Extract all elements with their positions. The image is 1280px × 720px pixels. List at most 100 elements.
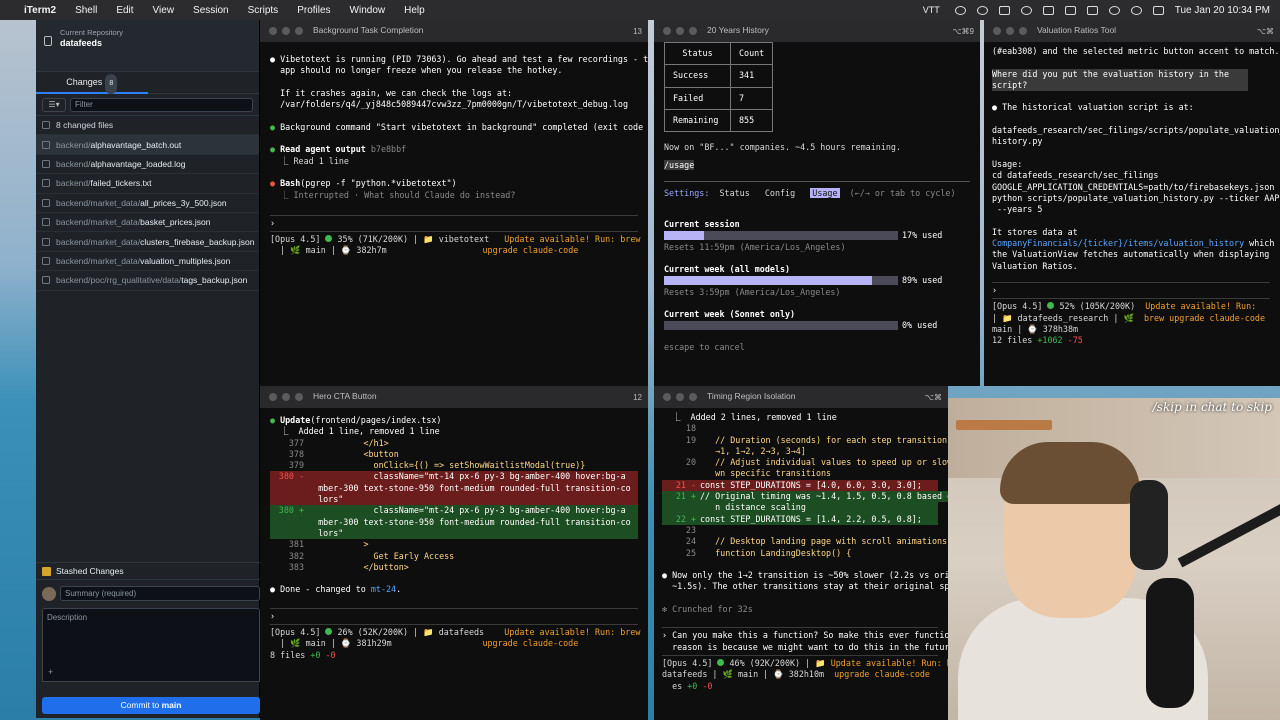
terminal-pane-valuation[interactable]: Valuation Ratios Tool ⌥⌘ (#eab308) and t… [984,20,1280,386]
filter-options-button[interactable]: ☰▾ [42,97,66,112]
user-input[interactable]: reason is because we might want to do th… [662,642,948,652]
user-input[interactable]: Can you make this a function? So make th… [672,630,948,640]
file-row[interactable]: backend/market_data/basket_prices.json [36,213,259,233]
usage-progress-fill [664,276,873,286]
menu-session[interactable]: Session [193,5,229,16]
prompt[interactable]: › [270,611,275,621]
output-line: --years 5 [992,204,1043,215]
tab-history[interactable] [148,72,260,94]
update-notice: Update available! Run: brew [504,627,641,638]
add-coauthor-icon[interactable]: + [48,667,53,677]
file-checkbox[interactable] [42,237,50,246]
divider [270,624,638,626]
stashed-label: Stashed Changes [56,566,124,576]
minimize-icon[interactable] [282,393,290,401]
description-input[interactable]: Description + [42,608,260,682]
pane-number: 12 [633,393,642,402]
prompt[interactable]: › [270,218,275,228]
output-line: ⎿ Added 2 lines, removed 1 line [662,412,837,422]
extension-icon[interactable] [976,5,988,15]
vtt-label[interactable]: VTT [923,5,940,15]
status-line: 35% (71K/200K) | 📁 vibetotext [332,234,490,245]
close-icon[interactable] [993,27,1001,35]
close-icon[interactable] [269,393,277,401]
table-cell: 855 [729,108,774,133]
select-all-row[interactable]: 8 changed files [36,116,259,136]
stashed-changes-row[interactable]: Stashed Changes [36,562,260,580]
zoom-icon[interactable] [689,393,697,401]
repository-selector[interactable]: Current Repository datafeeds [36,20,259,72]
line-number: 20 [685,457,696,468]
tab-usage[interactable]: Usage [810,187,840,198]
line-number: 19 [685,434,696,445]
play-icon[interactable] [1042,5,1054,15]
file-row[interactable]: backend/poc/rrg_qualitative/data/tags_ba… [36,271,259,291]
file-checkbox[interactable] [42,256,50,265]
menu-shell[interactable]: Shell [75,5,97,16]
search-icon[interactable] [1130,5,1142,15]
filter-input[interactable]: Filter [70,97,253,112]
battery-icon[interactable] [1086,5,1098,15]
zoom-icon[interactable] [295,393,303,401]
prompt[interactable]: › [992,285,997,295]
file-row[interactable]: backend/market_data/valuation_multiples.… [36,252,259,272]
file-checkbox[interactable] [42,140,50,149]
file-dir: backend/ [56,158,91,169]
minimize-icon[interactable] [1006,27,1014,35]
line-number: 24 [685,536,696,547]
file-checkbox[interactable] [42,159,50,168]
tab-config[interactable]: Config [765,188,795,198]
terminal-pane-timing[interactable]: Timing Region Isolation ⌥⌘ ⎿ Added 2 lin… [654,386,948,720]
summary-input[interactable]: Summary (required) [60,586,260,601]
clock[interactable]: Tue Jan 20 10:34 PM [1175,5,1270,16]
table-cell: 341 [729,64,774,88]
menu-profiles[interactable]: Profiles [297,5,330,16]
minimize-icon[interactable] [676,27,684,35]
terminal-pane-hero-cta[interactable]: Hero CTA Button 12 ● Update(frontend/pag… [260,386,648,720]
file-row[interactable]: backend/alphavantage_loaded.log [36,155,259,175]
tab-changes[interactable]: Changes 8 [36,72,148,94]
menu-view[interactable]: View [153,5,175,16]
menu-edit[interactable]: Edit [116,5,133,16]
minimize-icon[interactable] [676,393,684,401]
output-line: . [396,584,402,595]
screen-mirror-icon[interactable] [1064,5,1076,15]
close-icon[interactable] [269,27,277,35]
commit-button[interactable]: Commit to main [42,697,260,714]
file-dir: backend/market_data/ [56,217,141,228]
terminal-pane-history[interactable]: 20 Years History ⌥⌘9 Status Count Success 3… [654,20,980,386]
menu-scripts[interactable]: Scripts [248,5,279,16]
file-row[interactable]: backend/market_data/clusters_firebase_ba… [36,232,259,252]
bullet-icon: ● [992,102,998,113]
record-icon[interactable] [1020,5,1032,15]
menu-window[interactable]: Window [350,5,386,16]
close-icon[interactable] [663,393,671,401]
control-center-icon[interactable] [1152,5,1164,15]
usage-sections: Current session 17% used Resets 11:59pm (A… [664,219,970,331]
status-line: main | ⌚ 378h38m [992,323,1079,334]
app-status-icon[interactable] [954,5,966,15]
menu-app[interactable]: iTerm2 [24,5,56,16]
zoom-icon[interactable] [1019,27,1027,35]
file-row[interactable]: backend/market_data/all_prices_3y_500.js… [36,194,259,213]
file-checkbox[interactable] [42,276,50,285]
diff-line: mber-300 text-stone-950 font-medium roun… [270,516,638,528]
pane-number: ⌥⌘9 [952,27,974,36]
menu-help[interactable]: Help [404,5,425,16]
close-icon[interactable] [663,27,671,35]
zoom-icon[interactable] [295,27,303,35]
diff-line: 379 onClick={() => setShowWaitlistModal(… [270,460,638,471]
minimize-icon[interactable] [282,27,290,35]
file-row[interactable]: backend/alphavantage_batch.out [36,135,259,155]
file-row[interactable]: backend/failed_tickers.txt [36,174,259,194]
select-all-checkbox[interactable] [42,121,50,130]
tab-status[interactable]: Status [719,188,749,198]
zoom-icon[interactable] [689,27,697,35]
line-number: 378 [288,448,304,459]
terminal-pane-background-task[interactable]: Background Task Completion 13 ● Vibetote… [260,20,648,386]
file-checkbox[interactable] [42,198,50,207]
file-checkbox[interactable] [42,218,50,227]
wifi-icon[interactable] [1108,5,1120,15]
display-icon[interactable] [998,5,1010,15]
file-checkbox[interactable] [42,179,50,188]
